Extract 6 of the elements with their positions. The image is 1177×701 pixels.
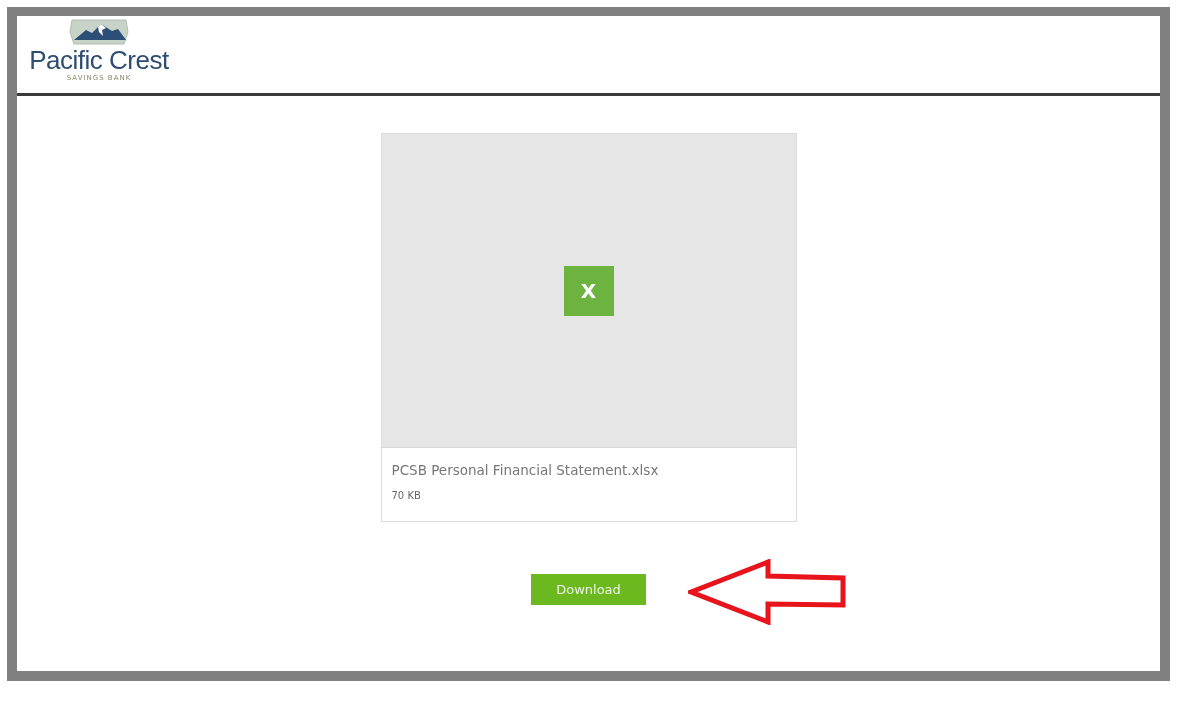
download-button[interactable]: Download <box>531 574 646 605</box>
file-name: PCSB Personal Financial Statement.xlsx <box>391 462 660 478</box>
file-size: 70 KB <box>391 490 422 501</box>
logo-wordmark: Pacific Crest <box>29 46 169 74</box>
mountain-logo-icon <box>68 18 130 46</box>
spreadsheet-file-icon: X <box>563 265 614 316</box>
